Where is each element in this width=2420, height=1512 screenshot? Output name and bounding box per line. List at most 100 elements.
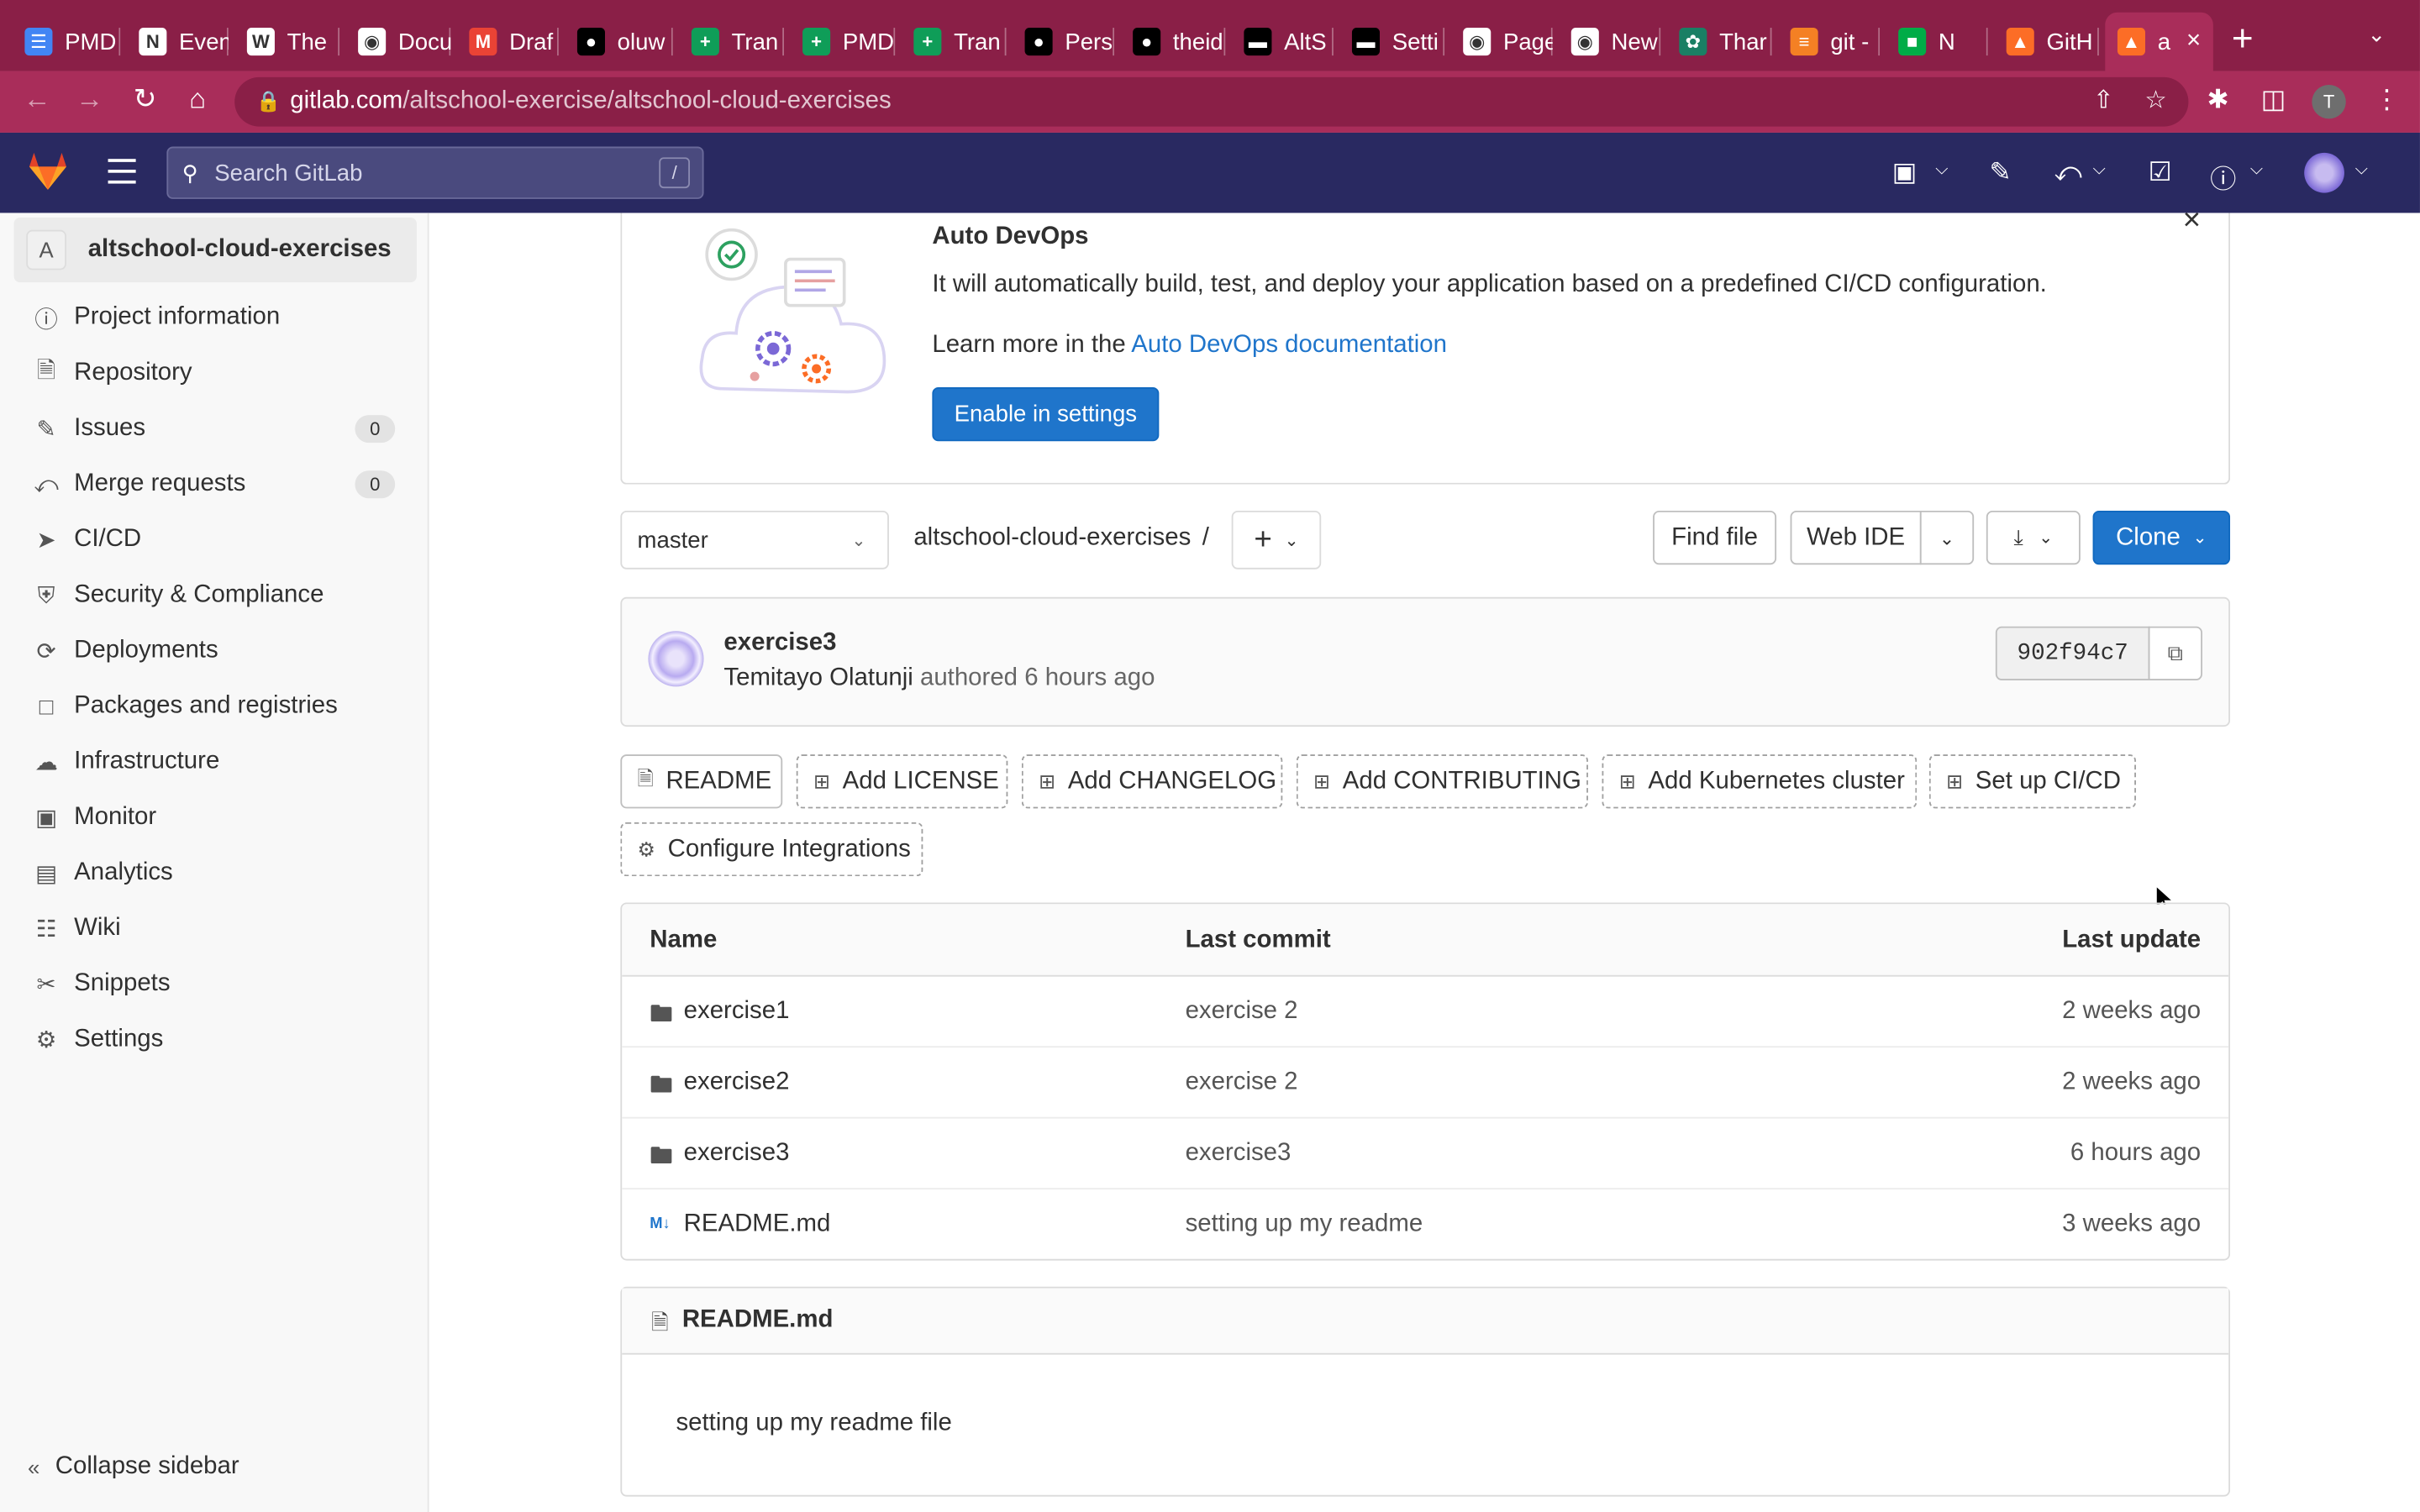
user-avatar[interactable] <box>2304 152 2344 193</box>
quick-action-readme-button[interactable]: 🗎 README <box>620 754 783 809</box>
browser-tab[interactable]: ● Pers <box>1013 13 1115 71</box>
file-name-link[interactable]: README.md <box>684 1211 831 1239</box>
find-file-button[interactable]: Find file <box>1653 510 1777 565</box>
bookmark-star-icon[interactable]: ☆ <box>2144 85 2166 116</box>
close-icon[interactable]: × <box>2183 203 2201 239</box>
collapse-sidebar-button[interactable]: « Collapse sidebar <box>28 1453 239 1481</box>
browser-tab[interactable]: ▬ AltS <box>1232 13 1334 71</box>
browser-tab[interactable]: M Draf <box>457 13 559 71</box>
search-input[interactable]: ⚲ Search GitLab / <box>166 146 704 199</box>
sidebar-item-monitor[interactable]: ▣ Monitor <box>31 795 402 841</box>
markdown-icon: M↓ <box>650 1215 671 1233</box>
table-row[interactable]: 🖿 exercise1 exercise 2 2 weeks ago <box>622 977 2229 1048</box>
forward-icon[interactable]: → <box>71 83 108 116</box>
table-row[interactable]: 🖿 exercise2 exercise 2 2 weeks ago <box>622 1047 2229 1119</box>
file-name-link[interactable]: exercise3 <box>684 1140 790 1168</box>
sidebar-item-deployments[interactable]: ⟳ Deployments <box>31 628 402 675</box>
commit-author[interactable]: Temitayo Olatunji <box>723 665 913 691</box>
reload-icon[interactable]: ↻ <box>127 83 164 116</box>
help-icon[interactable]: ⓘ <box>2210 157 2236 196</box>
chevron-down-icon[interactable]: ⌵ <box>2355 160 2368 181</box>
quick-action-set-up-ci-cd-button[interactable]: ⊞ Set up CI/CD <box>1928 754 2136 809</box>
table-row[interactable]: 🖿 exercise3 exercise3 6 hours ago <box>622 1119 2229 1190</box>
browser-tab[interactable]: ▲ a × <box>2105 12 2213 71</box>
sidebar-item-issues[interactable]: ✎ Issues 0 <box>31 406 402 452</box>
sidebar-item-wiki[interactable]: ☷ Wiki <box>31 906 402 952</box>
file-last-commit-link[interactable]: exercise 2 <box>1186 1069 1298 1097</box>
quick-action-add-kubernetes-cluster-button[interactable]: ⊞ Add Kubernetes cluster <box>1602 754 1918 809</box>
copy-icon[interactable]: ⧉ <box>2148 626 2202 680</box>
extensions-icon[interactable]: ✱ <box>2207 85 2228 116</box>
sidebar-item-project-information[interactable]: ⓘ Project information <box>31 295 402 341</box>
branch-selector[interactable]: master ⌄ <box>620 510 889 570</box>
browser-tab[interactable]: ◉ Docu <box>345 13 451 71</box>
browser-tab[interactable]: ☰ PMD <box>13 13 121 71</box>
sidebar-item-merge-requests[interactable]: ⤺ Merge requests 0 <box>31 461 402 507</box>
browser-tab[interactable]: ▬ Setti <box>1339 13 1445 71</box>
web-ide-dropdown[interactable]: ⌄ <box>1919 510 1975 565</box>
browser-menu-icon[interactable]: ⋮ <box>2374 85 2400 116</box>
gitlab-logo-icon[interactable] <box>24 148 71 194</box>
clone-button[interactable]: Clone ⌄ <box>2092 510 2231 565</box>
file-last-commit-link[interactable]: exercise 2 <box>1186 998 1298 1026</box>
todo-icon[interactable]: ☑ <box>2149 157 2172 188</box>
commit-sha[interactable]: 902f94c7 <box>1995 626 2150 680</box>
browser-tab[interactable]: ● theid <box>1120 13 1226 71</box>
browser-tab[interactable]: ▲ GitH <box>1994 13 2099 71</box>
home-icon[interactable]: ⌂ <box>179 83 216 116</box>
web-ide-button[interactable]: Web IDE <box>1790 510 1922 565</box>
file-last-commit-link[interactable]: setting up my readme <box>1186 1211 1423 1239</box>
side-panel-icon[interactable]: ◫ <box>2261 85 2286 116</box>
sidebar-item-ci-cd[interactable]: ➤ CI/CD <box>31 517 402 563</box>
chevron-down-icon[interactable]: ⌵ <box>2093 160 2106 181</box>
browser-tab[interactable]: ◉ New <box>1559 13 1661 71</box>
address-bar[interactable]: 🔒 gitlab.com/altschool-exercise/altschoo… <box>234 76 2189 127</box>
file-name-link[interactable]: exercise2 <box>684 1069 790 1097</box>
close-tab-icon[interactable]: × <box>2177 28 2201 55</box>
issues-icon[interactable]: ✎ <box>1990 157 2012 188</box>
quick-action-configure-integrations-button[interactable]: ⚙ Configure Integrations <box>620 822 923 877</box>
browser-tab[interactable]: ● oluw <box>565 13 673 71</box>
browser-tab[interactable]: N Even <box>127 13 229 71</box>
chevron-down-icon[interactable]: ⌵ <box>1935 160 1948 181</box>
back-icon[interactable]: ← <box>18 83 55 116</box>
download-dropdown[interactable]: ⤓ ⌄ <box>1986 510 2081 565</box>
sidebar-item-infrastructure[interactable]: ☁ Infrastructure <box>31 739 402 785</box>
chevron-down-icon[interactable]: ⌵ <box>2250 160 2263 181</box>
sidebar-item-settings[interactable]: ⚙ Settings <box>31 1016 402 1063</box>
quick-action-add-contributing-button[interactable]: ⊞ Add CONTRIBUTING <box>1296 754 1588 809</box>
browser-tab[interactable]: ✿ Thar <box>1667 13 1772 71</box>
commit-title[interactable]: exercise3 <box>723 629 836 657</box>
create-new-icon[interactable]: ▣ <box>1892 157 1918 188</box>
project-context-header[interactable]: A altschool-cloud-exercises <box>13 217 417 283</box>
new-tab-icon[interactable]: + <box>2232 18 2254 61</box>
profile-avatar[interactable]: T <box>2312 85 2346 119</box>
share-icon[interactable]: ⇧ <box>2093 85 2114 116</box>
browser-tab[interactable]: + Tran <box>902 13 1007 71</box>
table-row[interactable]: M↓ README.md setting up my readme 3 weeks a… <box>622 1189 2228 1259</box>
enable-in-settings-button[interactable]: Enable in settings <box>932 387 1160 442</box>
readme-title[interactable]: README.md <box>682 1307 834 1335</box>
browser-tab[interactable]: + PMD <box>790 13 896 71</box>
repo-breadcrumb[interactable]: altschool-cloud-exercises <box>913 524 1191 552</box>
sidebar-item-security-compliance[interactable]: ⛨ Security & Compliance <box>31 572 402 618</box>
file-name-link[interactable]: exercise1 <box>684 998 790 1026</box>
file-last-commit-link[interactable]: exercise3 <box>1186 1140 1292 1168</box>
merge-request-icon[interactable]: ⤺ <box>2054 157 2082 188</box>
add-file-dropdown[interactable]: + ⌄ <box>1231 510 1322 570</box>
browser-tab[interactable]: W The <box>234 13 340 71</box>
author-avatar[interactable] <box>648 631 704 687</box>
quick-action-add-license-button[interactable]: ⊞ Add LICENSE <box>796 754 1008 809</box>
browser-tab[interactable]: + Tran <box>679 13 785 71</box>
browser-tab[interactable]: ◉ Page <box>1450 13 1553 71</box>
quick-action-add-changelog-button[interactable]: ⊞ Add CHANGELOG <box>1021 754 1283 809</box>
sidebar-item-snippets[interactable]: ✂ Snippets <box>31 961 402 1007</box>
tab-search-icon[interactable]: ⌄ <box>2367 22 2386 48</box>
sidebar-item-repository[interactable]: 🗎 Repository <box>31 350 402 396</box>
sidebar-item-analytics[interactable]: ▤ Analytics <box>31 850 402 896</box>
menu-icon[interactable] <box>108 159 136 192</box>
sidebar-item-packages-and-registries[interactable]: □ Packages and registries <box>31 684 402 730</box>
browser-tab[interactable]: ≡ git - <box>1778 13 1881 71</box>
browser-tab[interactable]: ■ N <box>1886 13 1988 71</box>
devops-docs-link[interactable]: Auto DevOps documentation <box>1131 332 1447 358</box>
